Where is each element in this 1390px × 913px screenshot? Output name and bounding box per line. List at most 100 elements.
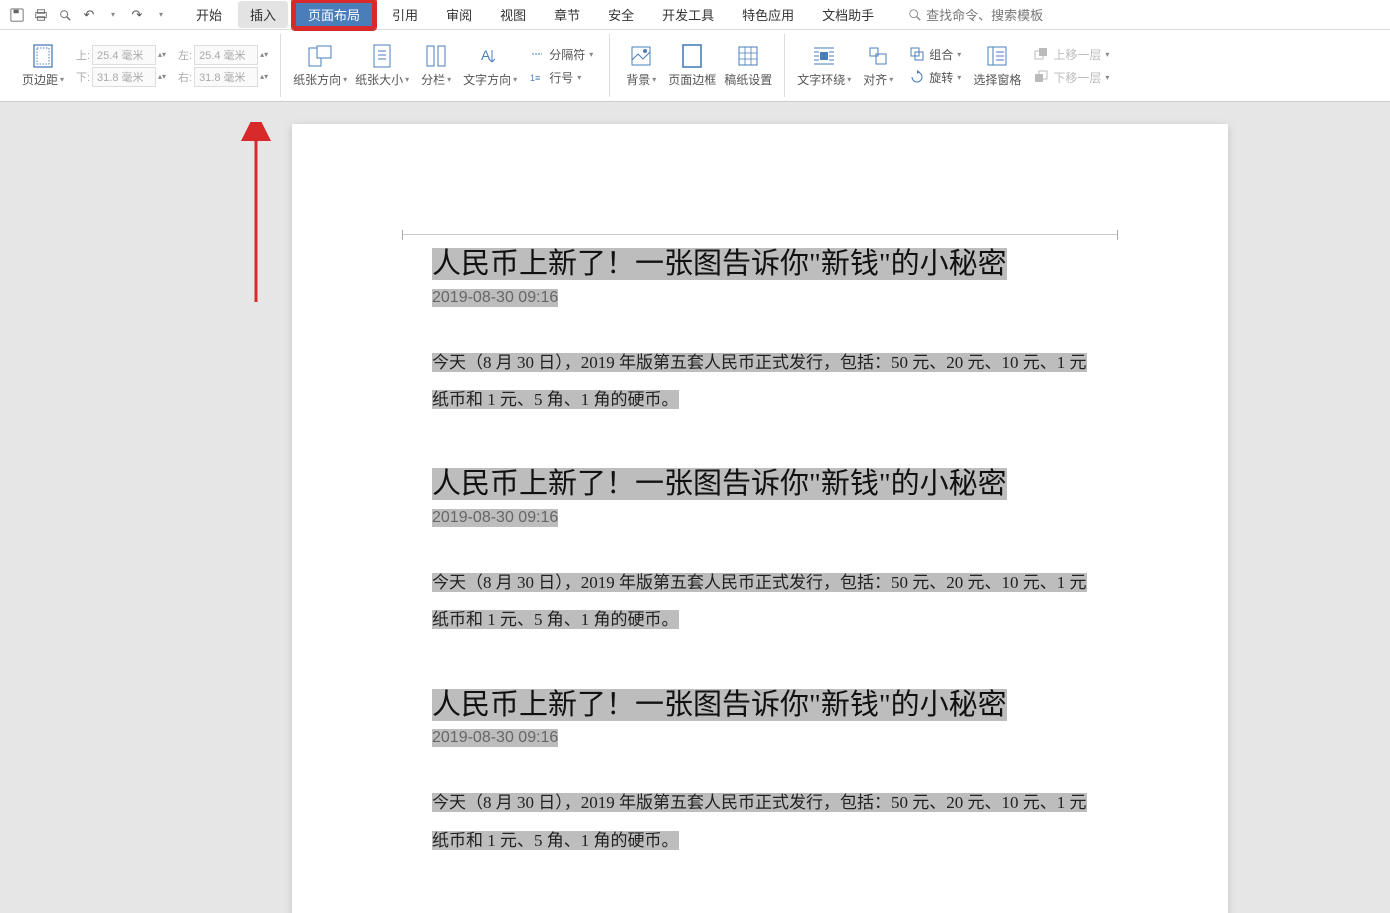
- group-arrange: 文字环绕▾ 对齐▾ 组合▾ 旋转▾ 选择窗格: [785, 34, 1125, 97]
- background-button[interactable]: 背景▾: [618, 34, 664, 97]
- margin-right-input[interactable]: [194, 67, 258, 87]
- search-icon: [908, 8, 922, 22]
- selection-pane-button[interactable]: 选择窗格: [969, 34, 1025, 97]
- tab-dev-tools[interactable]: 开发工具: [650, 1, 726, 28]
- paper-size-icon: [369, 43, 395, 69]
- quick-access-toolbar: ↶ ▾ ↷ ▾: [6, 4, 172, 26]
- send-backward-icon: [1033, 69, 1049, 85]
- tab-view[interactable]: 视图: [488, 1, 538, 28]
- article-block: 人民币上新了！一张图告诉你"新钱"的小秘密 2019-08-30 09:16 今…: [432, 244, 1098, 418]
- rotate-label: 旋转: [929, 69, 953, 86]
- page-borders-icon: [679, 43, 705, 69]
- tab-safety[interactable]: 安全: [596, 1, 646, 28]
- article-body[interactable]: 今天（8 月 30 日），2019 年版第五套人民币正式发行，包括：50 元、2…: [432, 793, 1087, 849]
- undo-dropdown[interactable]: ▾: [102, 4, 124, 26]
- svg-text:A: A: [481, 47, 491, 63]
- preview-icon[interactable]: [54, 4, 76, 26]
- background-icon: [628, 43, 654, 69]
- columns-button[interactable]: 分栏▾: [413, 34, 459, 97]
- article-date[interactable]: 2019-08-30 09:16: [432, 289, 558, 307]
- bring-forward-icon: [1033, 46, 1049, 62]
- wrap-text-button[interactable]: 文字环绕▾: [793, 34, 855, 97]
- article-block: 人民币上新了！一张图告诉你"新钱"的小秘密 2019-08-30 09:16 今…: [432, 464, 1098, 638]
- wrap-text-icon: [811, 43, 837, 69]
- align-button[interactable]: 对齐▾: [855, 34, 901, 97]
- columns-label: 分栏: [421, 71, 445, 88]
- tab-references[interactable]: 引用: [380, 1, 430, 28]
- align-label: 对齐: [863, 71, 887, 88]
- breaks-label: 分隔符: [549, 46, 585, 63]
- article-title[interactable]: 人民币上新了！一张图告诉你"新钱"的小秘密: [432, 689, 1007, 721]
- tab-start[interactable]: 开始: [184, 1, 234, 28]
- article-date[interactable]: 2019-08-30 09:16: [432, 509, 558, 527]
- margin-values-right: 左: ▴▾ 右: ▴▾: [170, 45, 272, 87]
- paper-size-label: 纸张大小: [355, 71, 403, 88]
- margin-top-label: 上:: [72, 47, 90, 63]
- article-title[interactable]: 人民币上新了！一张图告诉你"新钱"的小秘密: [432, 248, 1007, 280]
- text-direction-button[interactable]: A 文字方向▾: [459, 34, 521, 97]
- tab-page-layout[interactable]: 页面布局: [292, 0, 376, 30]
- group-button[interactable]: 组合▾: [905, 44, 965, 65]
- breaks-button[interactable]: 分隔符▾: [525, 44, 597, 65]
- page-ruler: [402, 234, 1118, 246]
- page-borders-button[interactable]: 页面边框: [664, 34, 720, 97]
- save-icon[interactable]: [6, 4, 28, 26]
- undo-button[interactable]: ↶: [78, 4, 100, 26]
- orientation-icon: [307, 43, 333, 69]
- margin-bottom-label: 下:: [72, 69, 90, 85]
- breaks-icon: [529, 46, 545, 62]
- print-icon[interactable]: [30, 4, 52, 26]
- margin-right-label: 右:: [174, 69, 192, 85]
- article-body[interactable]: 今天（8 月 30 日），2019 年版第五套人民币正式发行，包括：50 元、2…: [432, 573, 1087, 629]
- margin-left-label: 左:: [174, 47, 192, 63]
- margin-bottom-input[interactable]: [92, 67, 156, 87]
- columns-icon: [423, 43, 449, 69]
- orientation-label: 纸张方向: [293, 71, 341, 88]
- tab-chapters[interactable]: 章节: [542, 1, 592, 28]
- menu-bar: ↶ ▾ ↷ ▾ 开始 插入 页面布局 引用 审阅 视图 章节 安全 开发工具 特…: [0, 0, 1390, 30]
- tab-insert[interactable]: 插入: [238, 1, 288, 28]
- margin-left-input[interactable]: [194, 45, 258, 65]
- group-margins: 页边距▾ 上: ▴▾ 下: ▴▾ 左: ▴▾ 右: ▴▾: [10, 34, 281, 97]
- text-direction-icon: A: [477, 43, 503, 69]
- rotate-button[interactable]: 旋转▾: [905, 67, 965, 88]
- send-backward-button[interactable]: 下移一层▾: [1029, 67, 1113, 88]
- align-icon: [865, 43, 891, 69]
- qat-customize[interactable]: ▾: [150, 4, 172, 26]
- article-body[interactable]: 今天（8 月 30 日），2019 年版第五套人民币正式发行，包括：50 元、2…: [432, 353, 1087, 409]
- redo-button[interactable]: ↷: [126, 4, 148, 26]
- bring-forward-button[interactable]: 上移一层▾: [1029, 44, 1113, 65]
- document-page[interactable]: 人民币上新了！一张图告诉你"新钱"的小秘密 2019-08-30 09:16 今…: [292, 124, 1228, 913]
- group-background: 背景▾ 页面边框 稿纸设置: [610, 34, 785, 97]
- manuscript-icon: [735, 43, 761, 69]
- line-numbers-label: 行号: [549, 69, 573, 86]
- document-workspace[interactable]: 人民币上新了！一张图告诉你"新钱"的小秘密 2019-08-30 09:16 今…: [0, 102, 1390, 913]
- article-title[interactable]: 人民币上新了！一张图告诉你"新钱"的小秘密: [432, 468, 1007, 500]
- article-date[interactable]: 2019-08-30 09:16: [432, 729, 558, 747]
- margin-top-input[interactable]: [92, 45, 156, 65]
- tab-helper[interactable]: 文档助手: [810, 1, 886, 28]
- group-page-setup: 纸张方向▾ 纸张大小▾ 分栏▾ A 文字方向▾ 分隔符▾: [281, 34, 610, 97]
- orientation-button[interactable]: 纸张方向▾: [289, 34, 351, 97]
- ribbon-tabs: 开始 插入 页面布局 引用 审阅 视图 章节 安全 开发工具 特色应用 文档助手: [182, 0, 888, 30]
- margins-button[interactable]: 页边距▾: [18, 34, 68, 97]
- tab-special[interactable]: 特色应用: [730, 1, 806, 28]
- search-placeholder: 查找命令、搜索模板: [926, 5, 1043, 24]
- ribbon: 页边距▾ 上: ▴▾ 下: ▴▾ 左: ▴▾ 右: ▴▾: [0, 30, 1390, 102]
- bring-forward-label: 上移一层: [1053, 46, 1101, 63]
- wrap-text-label: 文字环绕: [797, 71, 845, 88]
- margin-values-left: 上: ▴▾ 下: ▴▾: [68, 45, 170, 87]
- paper-size-button[interactable]: 纸张大小▾: [351, 34, 413, 97]
- tab-review[interactable]: 审阅: [434, 1, 484, 28]
- selection-pane-label: 选择窗格: [973, 71, 1021, 88]
- rotate-icon: [909, 69, 925, 85]
- group-label: 组合: [929, 46, 953, 63]
- send-backward-label: 下移一层: [1053, 69, 1101, 86]
- page-borders-label: 页面边框: [668, 71, 716, 88]
- line-numbers-button[interactable]: 1≡ 行号▾: [525, 67, 597, 88]
- selection-pane-icon: [984, 43, 1010, 69]
- svg-text:1≡: 1≡: [530, 73, 540, 83]
- margins-label: 页边距: [22, 71, 58, 88]
- search-box[interactable]: 查找命令、搜索模板: [908, 5, 1043, 24]
- manuscript-button[interactable]: 稿纸设置: [720, 34, 776, 97]
